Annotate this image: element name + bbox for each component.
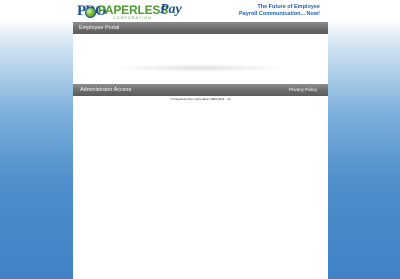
paperless-pay-logo[interactable]: PRO PAPERLESS Pay CORPORATION xyxy=(77,3,187,21)
logo-pay-text: Pay xyxy=(160,2,182,17)
employee-portal-titlebar: Employee Portal xyxy=(73,22,328,34)
header: PRO PAPERLESS Pay CORPORATION The Future… xyxy=(73,0,328,22)
administrator-access-title: Administrator Access xyxy=(80,87,132,93)
administrator-access-bar: Administrator Access Privacy Policy xyxy=(73,84,328,96)
employee-portal-title: Employee Portal xyxy=(79,25,120,31)
panel-shadow xyxy=(113,64,288,72)
tagline-line-1: The Future of Employee xyxy=(257,4,320,10)
employee-portal-panel: Employee Portal xyxy=(73,22,328,84)
logo-corporation-text: CORPORATION xyxy=(113,16,152,20)
tagline-line-2: Payroll Communication... Now! xyxy=(239,11,320,17)
privacy-policy-link[interactable]: Privacy Policy xyxy=(289,86,317,94)
logo-paperless-text: PAPERLESS xyxy=(98,3,168,17)
globe-icon xyxy=(85,7,96,18)
main-content: © Paperless Pay Corporation 2009-2021 - … xyxy=(73,96,328,279)
tagline: The Future of Employee Payroll Communica… xyxy=(239,4,320,18)
copyright-text: © Paperless Pay Corporation 2009-2021 - … xyxy=(170,97,231,101)
